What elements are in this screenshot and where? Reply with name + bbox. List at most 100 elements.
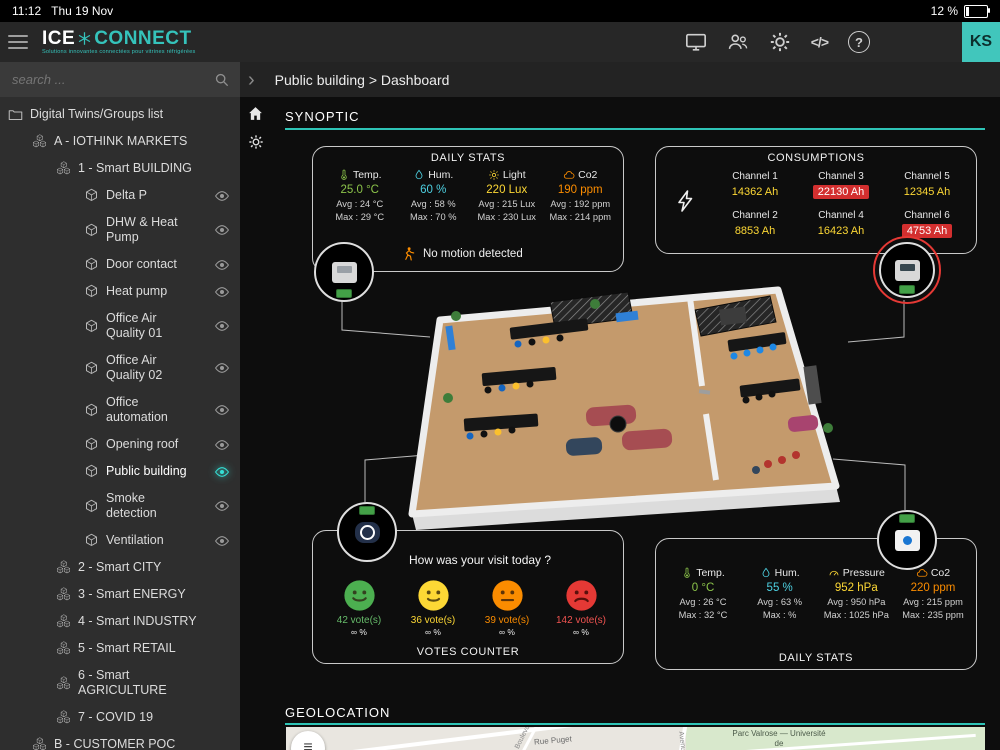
eye-icon[interactable] [214, 498, 230, 514]
gauge-icon [828, 567, 840, 579]
settings-gear-icon[interactable] [248, 134, 264, 150]
channel-label: Channel 3 [798, 171, 884, 182]
sidebar-item-device[interactable]: Smoke detection [0, 485, 240, 527]
motion-text: No motion detected [423, 248, 523, 260]
group-cubes-icon [32, 134, 47, 149]
sidebar-item-device[interactable]: Opening roof [0, 431, 240, 458]
eye-icon[interactable] [214, 360, 230, 376]
metric-max: Max : 70 % [397, 211, 471, 224]
sidebar-item-device[interactable]: Ventilation [0, 527, 240, 554]
channel-label: Channel 6 [884, 210, 970, 221]
sidebar-item-group[interactable]: 2 - Smart CITY [0, 554, 240, 581]
cube-icon [84, 223, 99, 238]
metric-label: Hum. [428, 169, 453, 181]
smiley-neutral-icon [491, 579, 524, 612]
metric-value: 190 ppm [544, 184, 618, 196]
metric-label: Co2 [578, 169, 597, 181]
sidebar-item-device-selected[interactable]: Public building [0, 458, 240, 485]
eye-icon[interactable] [214, 188, 230, 204]
monitor-icon[interactable] [685, 31, 707, 53]
metric-avg: Avg : 26 °C [666, 596, 740, 609]
metric-value: 220 Lux [470, 184, 544, 196]
eye-icon[interactable] [214, 318, 230, 334]
search-input[interactable] [10, 71, 214, 88]
breadcrumb-bar: › Public building > Dashboard [240, 62, 1000, 97]
sidebar-item-group[interactable]: 1 - Smart BUILDING [0, 155, 240, 182]
sidebar-item-device[interactable]: Heat pump [0, 278, 240, 305]
channel-value: 8853 Ah [735, 225, 775, 237]
sidebar-item-label: A - IOTHINK MARKETS [54, 134, 187, 149]
home-icon[interactable] [247, 105, 264, 122]
geolocation-map[interactable]: Boulevard Rue Puget Avenue Parc Valrose … [286, 727, 985, 750]
search-icon[interactable] [214, 72, 230, 88]
sidebar-item-group[interactable]: B - CUSTOMER POC [0, 731, 240, 750]
channel-label: Channel 2 [712, 210, 798, 221]
metric-humidity: Hum. 60 % Avg : 58 % Max : 70 % [397, 169, 471, 224]
eye-icon[interactable] [214, 257, 230, 273]
eye-icon[interactable] [214, 464, 230, 480]
group-cubes-icon [56, 614, 71, 629]
vote-count: 42 vote(s) [325, 615, 393, 626]
sensor-device [895, 530, 920, 551]
cube-icon [84, 533, 99, 548]
sidebar-item-label: 2 - Smart CITY [78, 560, 161, 575]
battery-status-pill [899, 285, 915, 294]
sidebar-item-device[interactable]: Office Air Quality 01 [0, 305, 240, 347]
vote-option-neutral: 39 vote(s) ∞ % [473, 579, 541, 637]
channel-value: 14362 Ah [732, 186, 779, 198]
help-icon[interactable]: ? [848, 31, 870, 53]
sidebar-item-device[interactable]: Delta P [0, 182, 240, 209]
cube-icon [84, 361, 99, 376]
smiley-happy-icon [343, 579, 376, 612]
eye-icon[interactable] [214, 402, 230, 418]
sidebar-item-device[interactable]: DHW & Heat Pump [0, 209, 240, 251]
metric-avg: Avg : 63 % [743, 596, 817, 609]
user-avatar[interactable]: KS [962, 22, 1000, 62]
metric-pressure: Pressure 952 hPa Avg : 950 hPa Max : 102… [819, 567, 893, 622]
metric-avg: Avg : 215 ppm [896, 596, 970, 609]
sidebar-item-group[interactable]: 7 - COVID 19 [0, 704, 240, 731]
weather-station-device-icon[interactable] [877, 510, 937, 570]
motion-person-icon [401, 246, 416, 261]
sidebar-item-group[interactable]: 3 - Smart ENERGY [0, 581, 240, 608]
metric-value: 25.0 °C [323, 184, 397, 196]
eye-icon[interactable] [214, 533, 230, 549]
energy-meter-device-alert[interactable] [873, 236, 941, 304]
metric-label: Temp. [353, 169, 382, 181]
sidebar-item-group[interactable]: 4 - Smart INDUSTRY [0, 608, 240, 635]
sidebar-item-group[interactable]: 6 - Smart AGRICULTURE [0, 662, 240, 704]
votes-device-icon[interactable] [337, 502, 397, 562]
code-icon[interactable]: </> [811, 34, 828, 50]
sidebar-item-label: Digital Twins/Groups list [30, 107, 163, 122]
sidebar-item-device[interactable]: Office automation [0, 389, 240, 431]
hamburger-menu-icon[interactable] [8, 35, 28, 49]
channel: Channel 416423 Ah [798, 210, 884, 239]
sidebar-item-device[interactable]: Door contact [0, 251, 240, 278]
cube-icon [84, 284, 99, 299]
metric-value: 952 hPa [819, 582, 893, 594]
eye-icon[interactable] [214, 284, 230, 300]
sidebar-item-label: 5 - Smart RETAIL [78, 641, 176, 656]
eye-icon[interactable] [214, 222, 230, 238]
metric-avg: Avg : 58 % [397, 198, 471, 211]
floorplan-3d [390, 278, 860, 534]
group-cubes-icon [56, 641, 71, 656]
users-icon[interactable] [727, 31, 749, 53]
sidebar-item-group[interactable]: 5 - Smart RETAIL [0, 635, 240, 662]
sidebar-item-root[interactable]: Digital Twins/Groups list [0, 101, 240, 128]
air-quality-device-icon[interactable] [314, 242, 374, 302]
sidebar-item-group[interactable]: A - IOTHINK MARKETS [0, 128, 240, 155]
metric-max: Max : 235 ppm [896, 609, 970, 622]
channel: Channel 64753 Ah [884, 210, 970, 239]
gear-icon[interactable] [769, 31, 791, 53]
app-header: ICE CONNECT Solutions innovantes connect… [0, 22, 1000, 62]
eye-icon[interactable] [214, 437, 230, 453]
metric-temp: Temp. 0 °C Avg : 26 °C Max : 32 °C [666, 567, 740, 622]
sidebar-item-label: Door contact [106, 257, 177, 272]
sidebar-item-device[interactable]: Office Air Quality 02 [0, 347, 240, 389]
sidebar-item-label: Delta P [106, 188, 147, 203]
metric-label: Temp. [696, 567, 725, 579]
cube-icon [84, 437, 99, 452]
chevron-right-icon[interactable]: › [248, 70, 255, 90]
group-cubes-icon [32, 737, 47, 750]
